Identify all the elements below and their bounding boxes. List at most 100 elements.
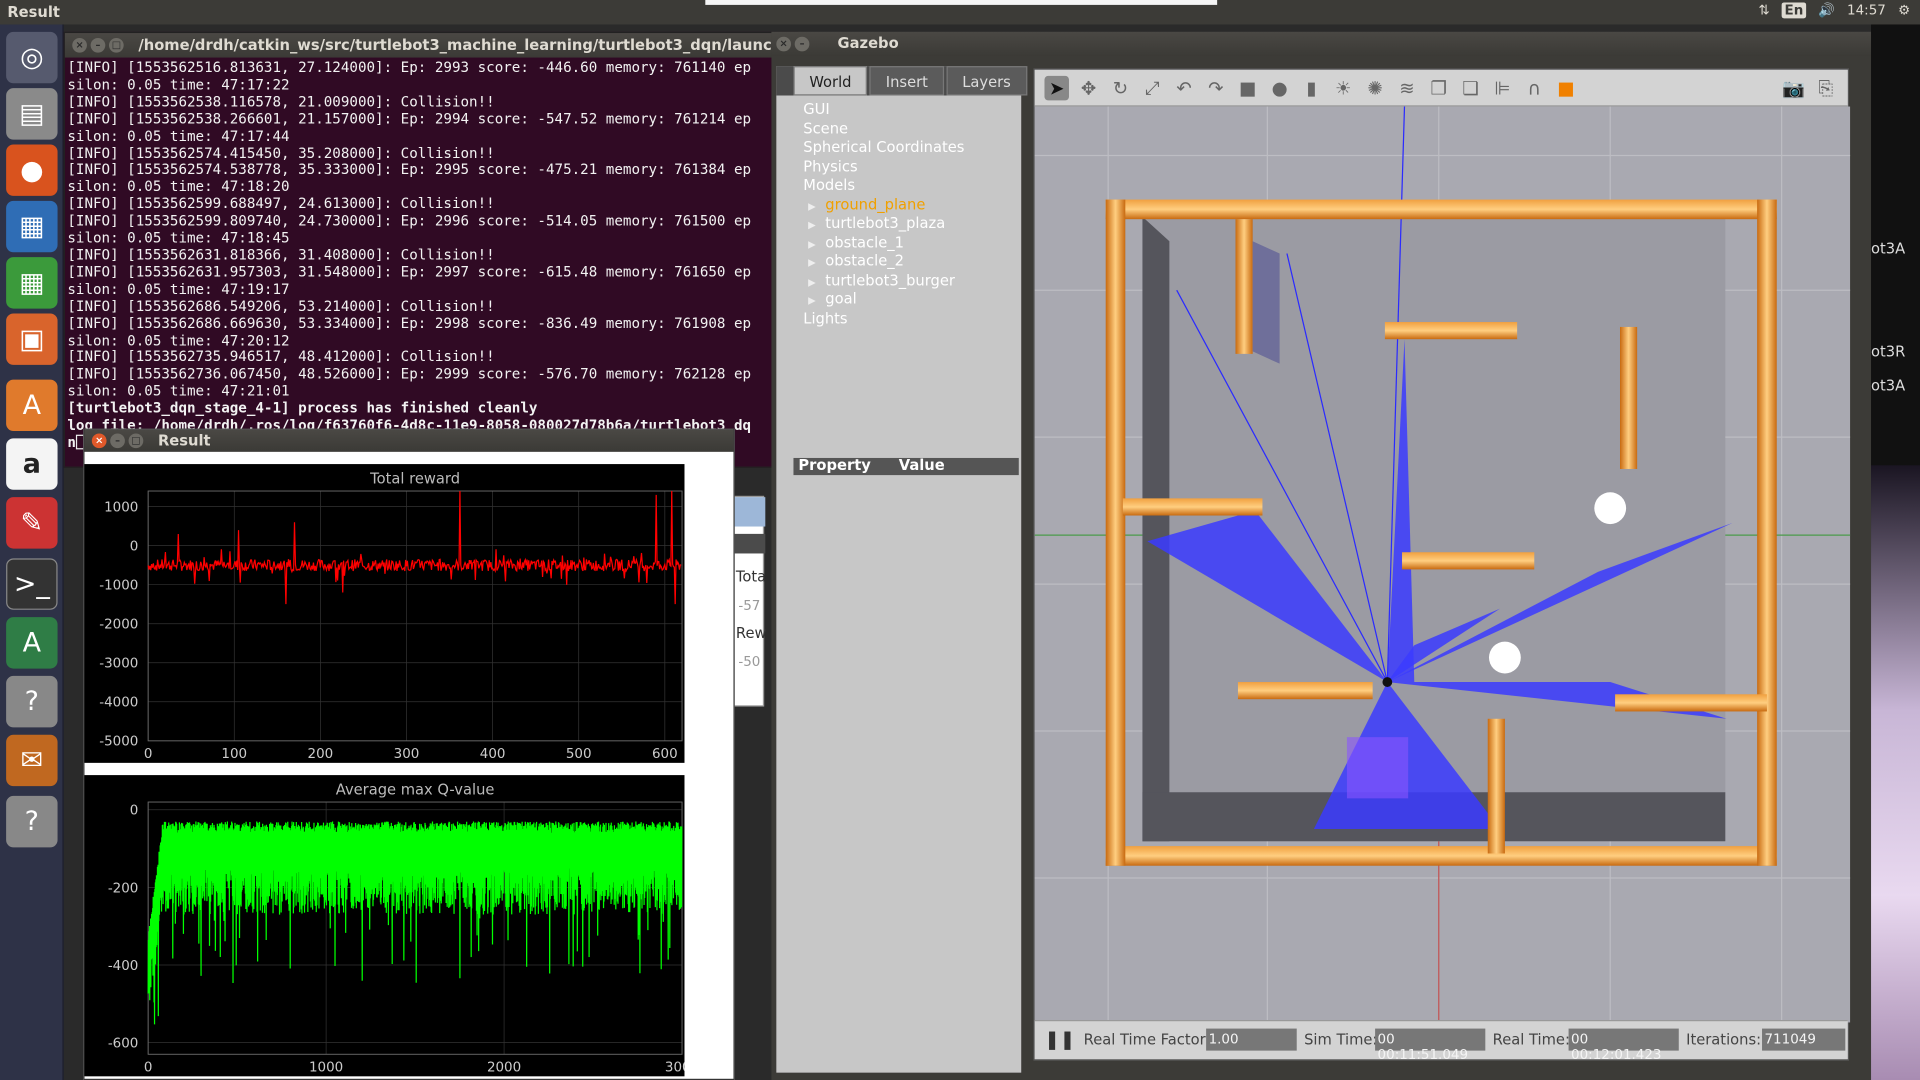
tree-model-obstacle-1[interactable]: obstacle_1 [803, 233, 964, 253]
maximize-icon[interactable]: □ [128, 433, 144, 449]
scale-icon[interactable]: ⤢ [1140, 75, 1164, 99]
translate-icon[interactable]: ✥ [1076, 75, 1100, 99]
x-tick-label: 3000 [665, 1060, 685, 1075]
software-updater-icon[interactable]: A [6, 617, 58, 669]
panel-tabs: World Insert Layers [776, 66, 1027, 96]
point-light-icon[interactable]: ☀ [1331, 75, 1355, 99]
terminal-line: silon: 0.05 time: 47:17:44 [67, 126, 290, 145]
view-angle-icon[interactable]: ■ [1554, 75, 1578, 99]
y-tick-label: -600 [108, 1037, 139, 1052]
chart-title: Total reward [369, 471, 460, 488]
tree-model-turtlebot3-plaza[interactable]: turtlebot3_plaza [803, 214, 964, 234]
chart-title: Average max Q-value [336, 782, 495, 799]
volume-icon[interactable]: 🔊 [1818, 2, 1835, 18]
scene-canvas[interactable] [1034, 106, 1851, 1023]
terminal-line: silon: 0.05 time: 47:20:12 [67, 331, 290, 349]
spot-light-icon[interactable]: ✺ [1363, 75, 1387, 99]
directional-light-icon[interactable]: ≋ [1395, 75, 1419, 99]
software-center-icon[interactable]: A [6, 379, 58, 432]
terminal-line: [INFO] [1553562631.957303, 31.548000]: E… [67, 263, 752, 281]
amazon-icon[interactable]: a [6, 438, 58, 490]
pause-icon[interactable]: ❚❚ [1044, 1029, 1075, 1051]
terminal-icon[interactable]: >_ [6, 558, 58, 610]
tree-model-ground-plane[interactable]: ground_plane [803, 195, 964, 215]
terminal-line: [INFO] [1553562599.688497, 24.613000]: C… [67, 195, 495, 213]
network-icon[interactable]: ⇅ [1759, 2, 1770, 18]
obstacle-2 [1488, 641, 1521, 674]
minimize-icon[interactable]: – [90, 37, 106, 53]
close-icon[interactable]: × [776, 36, 792, 52]
result-window[interactable]: × – □ Result Total reward 1000 0 -1000 -2000… [83, 428, 735, 1080]
rotate-icon[interactable]: ↻ [1108, 75, 1132, 99]
tree-item-physics[interactable]: Physics [803, 157, 964, 176]
tree-model-turtlebot3-burger[interactable]: turtlebot3_burger [803, 271, 964, 291]
close-icon[interactable]: × [91, 433, 107, 449]
clock[interactable]: 14:57 [1847, 2, 1886, 18]
terminal-window[interactable]: × – □ /home/drdh/catkin_ws/src/turtlebot… [63, 31, 799, 468]
x-tick-label: 100 [221, 747, 247, 762]
sphere-shape-icon[interactable]: ● [1267, 75, 1291, 99]
redo-icon[interactable]: ↷ [1204, 75, 1228, 99]
gazebo-window[interactable]: × – Gazebo World Insert Layers GUI Scene Sph… [771, 31, 1872, 1080]
unknown-app-icon-2[interactable]: ? [6, 795, 58, 848]
terminal-line: [INFO] [1553562516.813631, 27.124000]: E… [67, 58, 752, 76]
impress-icon[interactable]: ▣ [6, 313, 58, 365]
x-tick-label: 500 [566, 747, 592, 762]
terminal-title: /home/drdh/catkin_ws/src/turtlebot3_mach… [138, 36, 788, 54]
tree-item-models[interactable]: Models [803, 176, 964, 195]
total-reward-chart: Total reward10000-1000-2000-3000-4000-50… [84, 464, 685, 763]
gazebo-titlebar[interactable]: × – Gazebo [771, 31, 1872, 57]
turtlebot3-burger[interactable] [1382, 677, 1393, 687]
ros-app-icon[interactable]: ✉ [6, 734, 58, 787]
tree-model-goal[interactable]: goal [803, 290, 964, 310]
terminal-line: silon: 0.05 time: 47:18:45 [67, 229, 290, 247]
tab-world[interactable]: World [793, 66, 868, 96]
select-mode-icon[interactable]: ➤ [1044, 75, 1069, 100]
terminal-line: [INFO] [1553562574.538778, 35.333000]: E… [67, 160, 752, 179]
tab-layers[interactable]: Layers [946, 66, 1027, 96]
keyboard-icon[interactable]: En [1782, 2, 1806, 19]
screenshot-icon[interactable]: 📷 [1782, 75, 1806, 99]
y-tick-label: -1000 [99, 579, 138, 594]
cylinder-shape-icon[interactable]: ▮ [1299, 75, 1323, 99]
terminal-line: [INFO] [1553562538.116578, 21.009000]: C… [67, 92, 495, 110]
tree-item-spherical-coordinates[interactable]: Spherical Coordinates [803, 138, 964, 157]
tree-item-scene[interactable]: Scene [803, 119, 964, 138]
viewport-status-bar: ❚❚ Real Time Factor: 1.00 Sim Time: 00 0… [1034, 1020, 1848, 1063]
close-icon[interactable]: × [72, 37, 87, 53]
writer-icon[interactable]: ▦ [6, 200, 58, 253]
firefox-icon[interactable]: ● [6, 144, 58, 196]
system-settings-icon[interactable]: ✎ [6, 497, 58, 549]
undo-icon[interactable]: ↶ [1172, 75, 1196, 99]
y-tick-label: 0 [130, 540, 139, 555]
settings-icon[interactable]: ⚙ [1898, 2, 1910, 18]
tree-item-lights[interactable]: Lights [803, 309, 964, 328]
partial-label: Tota [735, 568, 767, 586]
goal-marker [1346, 737, 1409, 799]
y-tick-label: -200 [108, 881, 139, 896]
desktop-label: ot3A [1871, 377, 1906, 395]
tree-model-obstacle-2[interactable]: obstacle_2 [803, 252, 964, 272]
rtf-value: 1.00 [1206, 1028, 1297, 1051]
log-icon[interactable]: ⎘ [1813, 75, 1837, 99]
align-icon[interactable]: ⊫ [1490, 75, 1514, 99]
window-edge [705, 0, 1218, 5]
calc-icon[interactable]: ▦ [6, 257, 58, 309]
files-icon[interactable]: ▤ [6, 88, 58, 140]
tab-insert[interactable]: Insert [869, 66, 944, 96]
partial-window[interactable]: Tota -57 Rew -50 [732, 495, 767, 707]
unknown-app-icon[interactable]: ? [6, 675, 58, 728]
minimize-icon[interactable]: – [110, 433, 125, 449]
3d-viewport[interactable]: ➤ ✥ ↻ ⤢ ↶ ↷ ■ ● ▮ ☀ ✺ ≋ ❐ ❏ ⊫ ∩ ■ 📷 ⎘ ❚❚… [1033, 68, 1851, 1063]
dash-home-icon[interactable]: ◎ [6, 31, 58, 84]
minimize-icon[interactable]: – [794, 36, 810, 52]
tree-item-gui[interactable]: GUI [803, 100, 964, 119]
maximize-icon[interactable]: □ [108, 37, 124, 53]
terminal-titlebar[interactable]: × – □ /home/drdh/catkin_ws/src/turtlebot… [64, 33, 798, 58]
copy-icon[interactable]: ❐ [1427, 75, 1451, 99]
snap-icon[interactable]: ∩ [1522, 75, 1546, 99]
paste-icon[interactable]: ❏ [1458, 75, 1482, 99]
iterations-label: Iterations: [1686, 1031, 1762, 1049]
box-shape-icon[interactable]: ■ [1236, 75, 1260, 99]
result-titlebar[interactable]: × – □ Result [84, 429, 734, 452]
